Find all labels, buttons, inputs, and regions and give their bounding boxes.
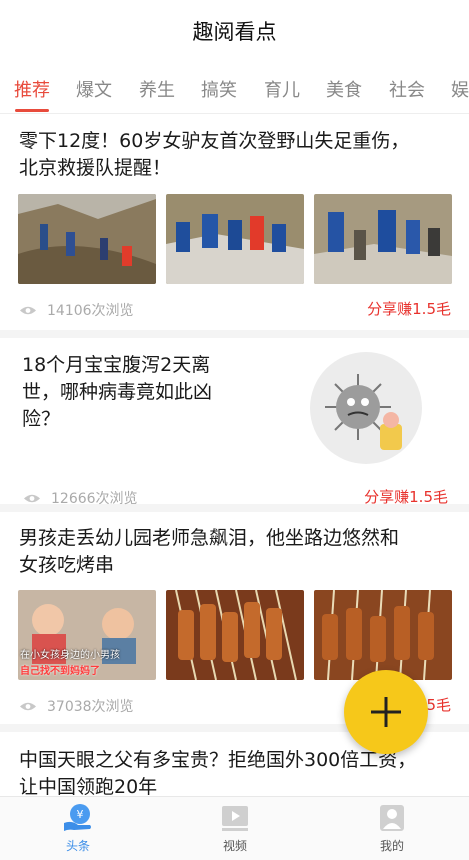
thumbnail-caption: 自己找不到妈妈了 <box>20 666 100 677</box>
tab-viral[interactable]: 爆文 <box>76 76 112 102</box>
plus-icon <box>371 697 401 727</box>
article-title[interactable]: 中国天眼之父有多宝贵？拒绝国外300倍工资， 让中国领跑20年 <box>19 747 416 795</box>
nav-profile[interactable]: 我的 <box>352 803 432 859</box>
article-thumbnail[interactable] <box>166 194 304 284</box>
article-thumbnail[interactable] <box>314 194 452 284</box>
article-thumbnail[interactable] <box>18 194 156 284</box>
article-card[interactable]: 18个月宝宝腹泻2天离 世，哪种病毒竟如此凶 险？ 12666次浏览 分享赚1.… <box>0 338 469 512</box>
share-earn-button[interactable]: 分享赚1.5毛 <box>364 486 448 507</box>
category-tabs: 推荐 爆文 养生 搞笑 育儿 美食 社会 娱 <box>0 62 469 114</box>
nav-label: 视频 <box>222 839 247 853</box>
article-thumbnail[interactable] <box>314 590 452 680</box>
share-earn-button[interactable]: 分享赚1.5毛 <box>367 298 451 319</box>
add-button[interactable] <box>344 670 428 754</box>
nav-label: 我的 <box>379 839 404 853</box>
article-thumbnail[interactable]: 在小女孩身边的小男孩 自己找不到妈妈了 <box>18 590 156 680</box>
article-title[interactable]: 零下12度！60岁女驴友首次登野山失足重伤， 北京救援队提醒！ <box>19 128 409 182</box>
article-title[interactable]: 18个月宝宝腹泻2天离 世，哪种病毒竟如此凶 险？ <box>22 352 212 433</box>
article-thumbnail[interactable] <box>310 352 422 464</box>
view-count: 37038次浏览 <box>47 699 134 715</box>
tab-recommend[interactable]: 推荐 <box>14 76 50 102</box>
nav-headlines[interactable]: ¥ 头条 <box>38 803 118 859</box>
article-meta: 37038次浏览 <box>19 696 134 716</box>
article-card[interactable]: 零下12度！60岁女驴友首次登野山失足重伤， 北京救援队提醒！ 14106次浏览… <box>0 115 469 338</box>
share-earn-button[interactable]: 5毛 <box>426 694 451 715</box>
svg-text:¥: ¥ <box>77 808 84 821</box>
tab-society[interactable]: 社会 <box>389 76 425 102</box>
app-title: 趣阅看点 <box>192 20 277 44</box>
nav-label: 头条 <box>65 839 90 853</box>
tab-parenting[interactable]: 育儿 <box>264 76 300 102</box>
eye-icon <box>20 306 36 314</box>
coin-hand-icon: ¥ <box>64 804 91 831</box>
article-title[interactable]: 男孩走丢幼儿园老师急飙泪，他坐路边悠然和 女孩吃烤串 <box>19 525 399 579</box>
tab-health[interactable]: 养生 <box>139 76 175 102</box>
tab-food[interactable]: 美食 <box>326 76 362 102</box>
view-count: 12666次浏览 <box>51 491 138 507</box>
tab-entertainment[interactable]: 娱 <box>451 76 469 102</box>
eye-icon <box>24 494 40 502</box>
user-icon <box>380 805 404 831</box>
active-tab-indicator <box>15 109 49 112</box>
app-header: 趣阅看点 <box>0 0 469 62</box>
article-meta: 12666次浏览 <box>23 488 138 508</box>
eye-icon <box>20 702 36 710</box>
video-play-icon <box>222 806 248 831</box>
bottom-navigation: ¥ 头条 视频 我的 <box>0 796 469 860</box>
article-meta: 14106次浏览 <box>19 300 134 320</box>
thumbnail-caption: 在小女孩身边的小男孩 <box>20 650 120 661</box>
view-count: 14106次浏览 <box>47 303 134 319</box>
article-thumbnail[interactable] <box>166 590 304 680</box>
tab-funny[interactable]: 搞笑 <box>201 76 237 102</box>
nav-video[interactable]: 视频 <box>195 803 275 859</box>
